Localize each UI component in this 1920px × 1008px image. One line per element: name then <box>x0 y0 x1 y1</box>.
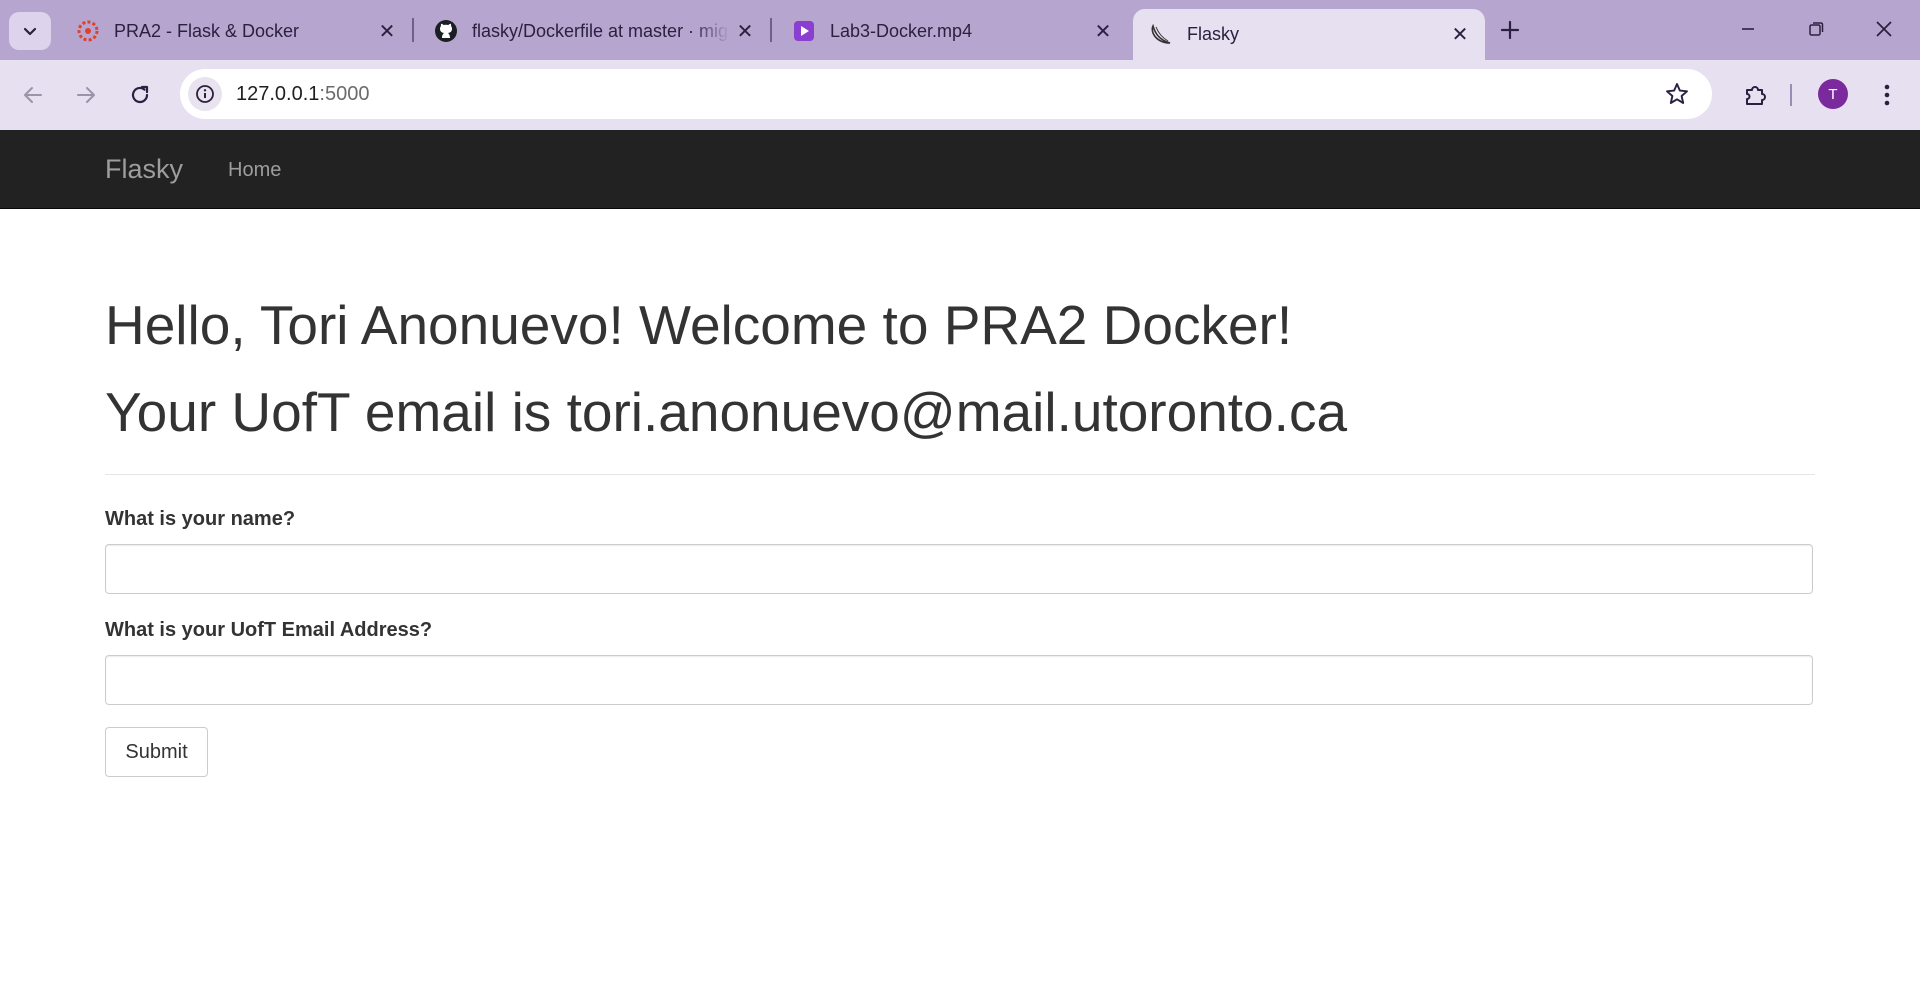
url-text[interactable]: 127.0.0.1:5000 <box>236 83 369 106</box>
restore-icon <box>1809 22 1824 36</box>
browser-tabstrip: PRA2 - Flask & Docker ✕ flasky/Dockerfil… <box>0 0 1920 60</box>
close-icon[interactable]: ✕ <box>730 16 760 46</box>
github-icon <box>434 19 458 43</box>
submit-button[interactable]: Submit <box>105 727 208 777</box>
minimize-icon <box>1742 28 1754 30</box>
name-input[interactable] <box>105 544 1813 594</box>
close-icon[interactable]: ✕ <box>1445 20 1475 50</box>
tab-separator <box>412 18 414 42</box>
site-navbar: Flasky Home <box>0 130 1920 209</box>
star-icon <box>1666 83 1688 104</box>
url-host: 127.0.0.1 <box>236 83 320 105</box>
tab-dockerfile[interactable]: flasky/Dockerfile at master · miguelgrin… <box>418 9 770 53</box>
browser-toolbar: 127.0.0.1:5000 T <box>0 60 1920 130</box>
tab-title: Flasky <box>1187 24 1240 44</box>
reload-icon <box>131 85 149 104</box>
tab-flasky[interactable]: Flasky ✕ <box>1133 9 1485 60</box>
extensions-button[interactable] <box>1738 77 1774 113</box>
flask-icon <box>1149 23 1173 47</box>
plus-icon <box>1500 20 1520 40</box>
close-icon <box>1876 21 1892 37</box>
minimize-button[interactable] <box>1726 10 1770 48</box>
tab-title: Lab3-Docker.mp4 <box>830 20 973 41</box>
browser-menu-button[interactable] <box>1870 77 1904 113</box>
arrow-right-icon <box>77 87 95 103</box>
email-heading: Your UofT email is tori.anonuevo@mail.ut… <box>105 381 1348 443</box>
close-icon[interactable]: ✕ <box>372 16 402 46</box>
bookmark-star-button[interactable] <box>1664 81 1690 107</box>
toolbar-divider <box>1790 84 1792 106</box>
reload-button[interactable] <box>122 77 158 113</box>
tab-search-button[interactable] <box>9 12 51 50</box>
arrow-left-icon <box>24 87 42 103</box>
address-bar[interactable]: 127.0.0.1:5000 <box>180 69 1712 119</box>
restore-button[interactable] <box>1794 10 1838 48</box>
url-port: :5000 <box>319 83 370 105</box>
back-button[interactable] <box>15 77 51 113</box>
canvas-logo-icon <box>76 19 100 43</box>
navbar-brand[interactable]: Flasky <box>105 154 183 185</box>
video-play-icon <box>792 19 816 43</box>
chevron-down-icon <box>23 27 37 36</box>
info-icon <box>196 85 214 103</box>
tab-separator <box>770 18 772 42</box>
email-label: What is your UofT Email Address? <box>105 619 433 641</box>
profile-avatar[interactable]: T <box>1818 79 1848 109</box>
divider <box>105 474 1815 475</box>
nav-link-home[interactable]: Home <box>228 159 281 182</box>
email-input[interactable] <box>105 655 1813 705</box>
close-icon[interactable]: ✕ <box>1088 16 1118 46</box>
tab-lab3-video[interactable]: Lab3-Docker.mp4 ✕ <box>776 9 1128 53</box>
puzzle-icon <box>1746 86 1766 105</box>
more-vertical-icon <box>1884 84 1890 106</box>
name-label: What is your name? <box>105 508 296 530</box>
site-info-button[interactable] <box>188 77 222 111</box>
tab-pra2[interactable]: PRA2 - Flask & Docker ✕ <box>60 9 412 53</box>
greeting-heading: Hello, Tori Anonuevo! Welcome to PRA2 Do… <box>105 294 1293 356</box>
tab-title: flasky/Dockerfile at master · miguelgrin… <box>472 20 730 41</box>
new-tab-button[interactable] <box>1494 14 1526 46</box>
close-window-button[interactable] <box>1862 10 1906 48</box>
tab-title: PRA2 - Flask & Docker <box>114 20 300 41</box>
forward-button[interactable] <box>68 77 104 113</box>
